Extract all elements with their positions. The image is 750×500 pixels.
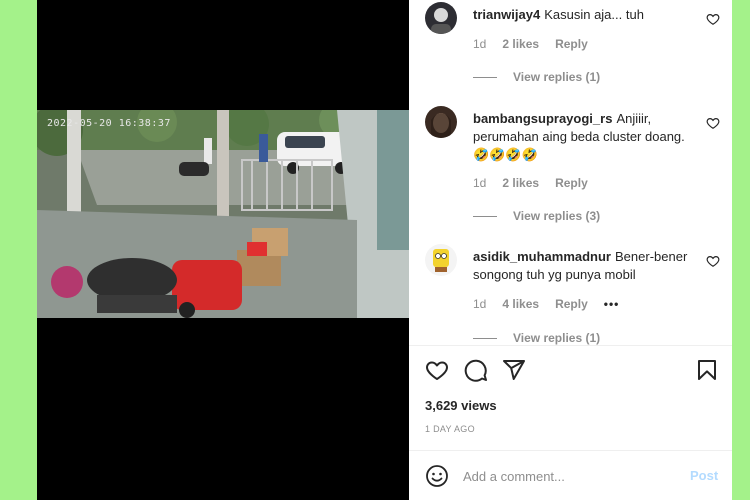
comment-time[interactable]: 1d: [473, 176, 486, 190]
comment-list[interactable]: trianwijay4 Kasusin aja... tuh 1d 2 likes…: [409, 0, 732, 345]
comment-username[interactable]: asidik_muhammadnur: [473, 249, 611, 264]
replies-divider-line: [473, 337, 497, 339]
like-heart-icon[interactable]: [706, 254, 720, 268]
reply-button[interactable]: Reply: [555, 176, 588, 190]
view-replies-button[interactable]: View replies (3): [473, 209, 600, 223]
cctv-scene-image: [37, 110, 409, 318]
cctv-video-frame[interactable]: 2022-05-20 16:38:37: [37, 110, 409, 318]
comment-likes[interactable]: 2 likes: [502, 37, 539, 51]
reply-button[interactable]: Reply: [555, 297, 588, 311]
view-replies-label: View replies (1): [513, 331, 601, 345]
post-time-ago[interactable]: 1 DAY AGO: [425, 424, 475, 434]
heart-icon[interactable]: [425, 358, 449, 382]
post-sidebar: trianwijay4 Kasusin aja... tuh 1d 2 likes…: [409, 0, 732, 500]
comment-text: trianwijay4 Kasusin aja... tuh: [473, 6, 695, 24]
post-comment-button[interactable]: Post: [690, 468, 718, 483]
avatar[interactable]: [425, 2, 457, 34]
comment-icon[interactable]: [464, 358, 488, 382]
view-replies-button[interactable]: View replies (1): [473, 331, 600, 345]
actions-divider: [409, 345, 732, 346]
video-timestamp: 2022-05-20 16:38:37: [47, 118, 171, 129]
video-player[interactable]: 2022-05-20 16:38:37: [37, 0, 409, 500]
post-actions-bar: [425, 358, 720, 384]
add-comment-bar: Post: [409, 451, 732, 500]
comment-likes[interactable]: 2 likes: [502, 176, 539, 190]
avatar[interactable]: [425, 244, 457, 276]
emoji-icon[interactable]: [425, 464, 449, 488]
like-heart-icon[interactable]: [706, 116, 720, 130]
reply-button[interactable]: Reply: [555, 37, 588, 51]
bookmark-icon[interactable]: [695, 358, 719, 382]
comment-meta: 1d 4 likes Reply •••: [473, 297, 619, 311]
avatar[interactable]: [425, 106, 457, 138]
comment-time[interactable]: 1d: [473, 37, 486, 51]
view-replies-label: View replies (1): [513, 70, 601, 84]
comment-username[interactable]: trianwijay4: [473, 7, 540, 22]
like-heart-icon[interactable]: [706, 12, 720, 26]
comment-meta: 1d 2 likes Reply: [473, 37, 588, 51]
comment-likes[interactable]: 4 likes: [502, 297, 539, 311]
view-replies-button[interactable]: View replies (1): [473, 70, 600, 84]
more-options-button[interactable]: •••: [604, 297, 620, 311]
view-replies-label: View replies (3): [513, 209, 601, 223]
comment-text: asidik_muhammadnur Bener-bener songong tu…: [473, 248, 695, 284]
add-comment-input[interactable]: [463, 466, 673, 486]
comment-time[interactable]: 1d: [473, 297, 486, 311]
replies-divider-line: [473, 215, 497, 217]
share-icon[interactable]: [502, 358, 526, 382]
view-count[interactable]: 3,629 views: [425, 398, 497, 413]
comment-meta: 1d 2 likes Reply: [473, 176, 588, 190]
comment-body: Kasusin aja... tuh: [544, 7, 644, 22]
replies-divider-line: [473, 76, 497, 78]
comment-username[interactable]: bambangsuprayogi_rs: [473, 111, 612, 126]
comment-text: bambangsuprayogi_rs Anjiiir, perumahan ai…: [473, 110, 695, 164]
